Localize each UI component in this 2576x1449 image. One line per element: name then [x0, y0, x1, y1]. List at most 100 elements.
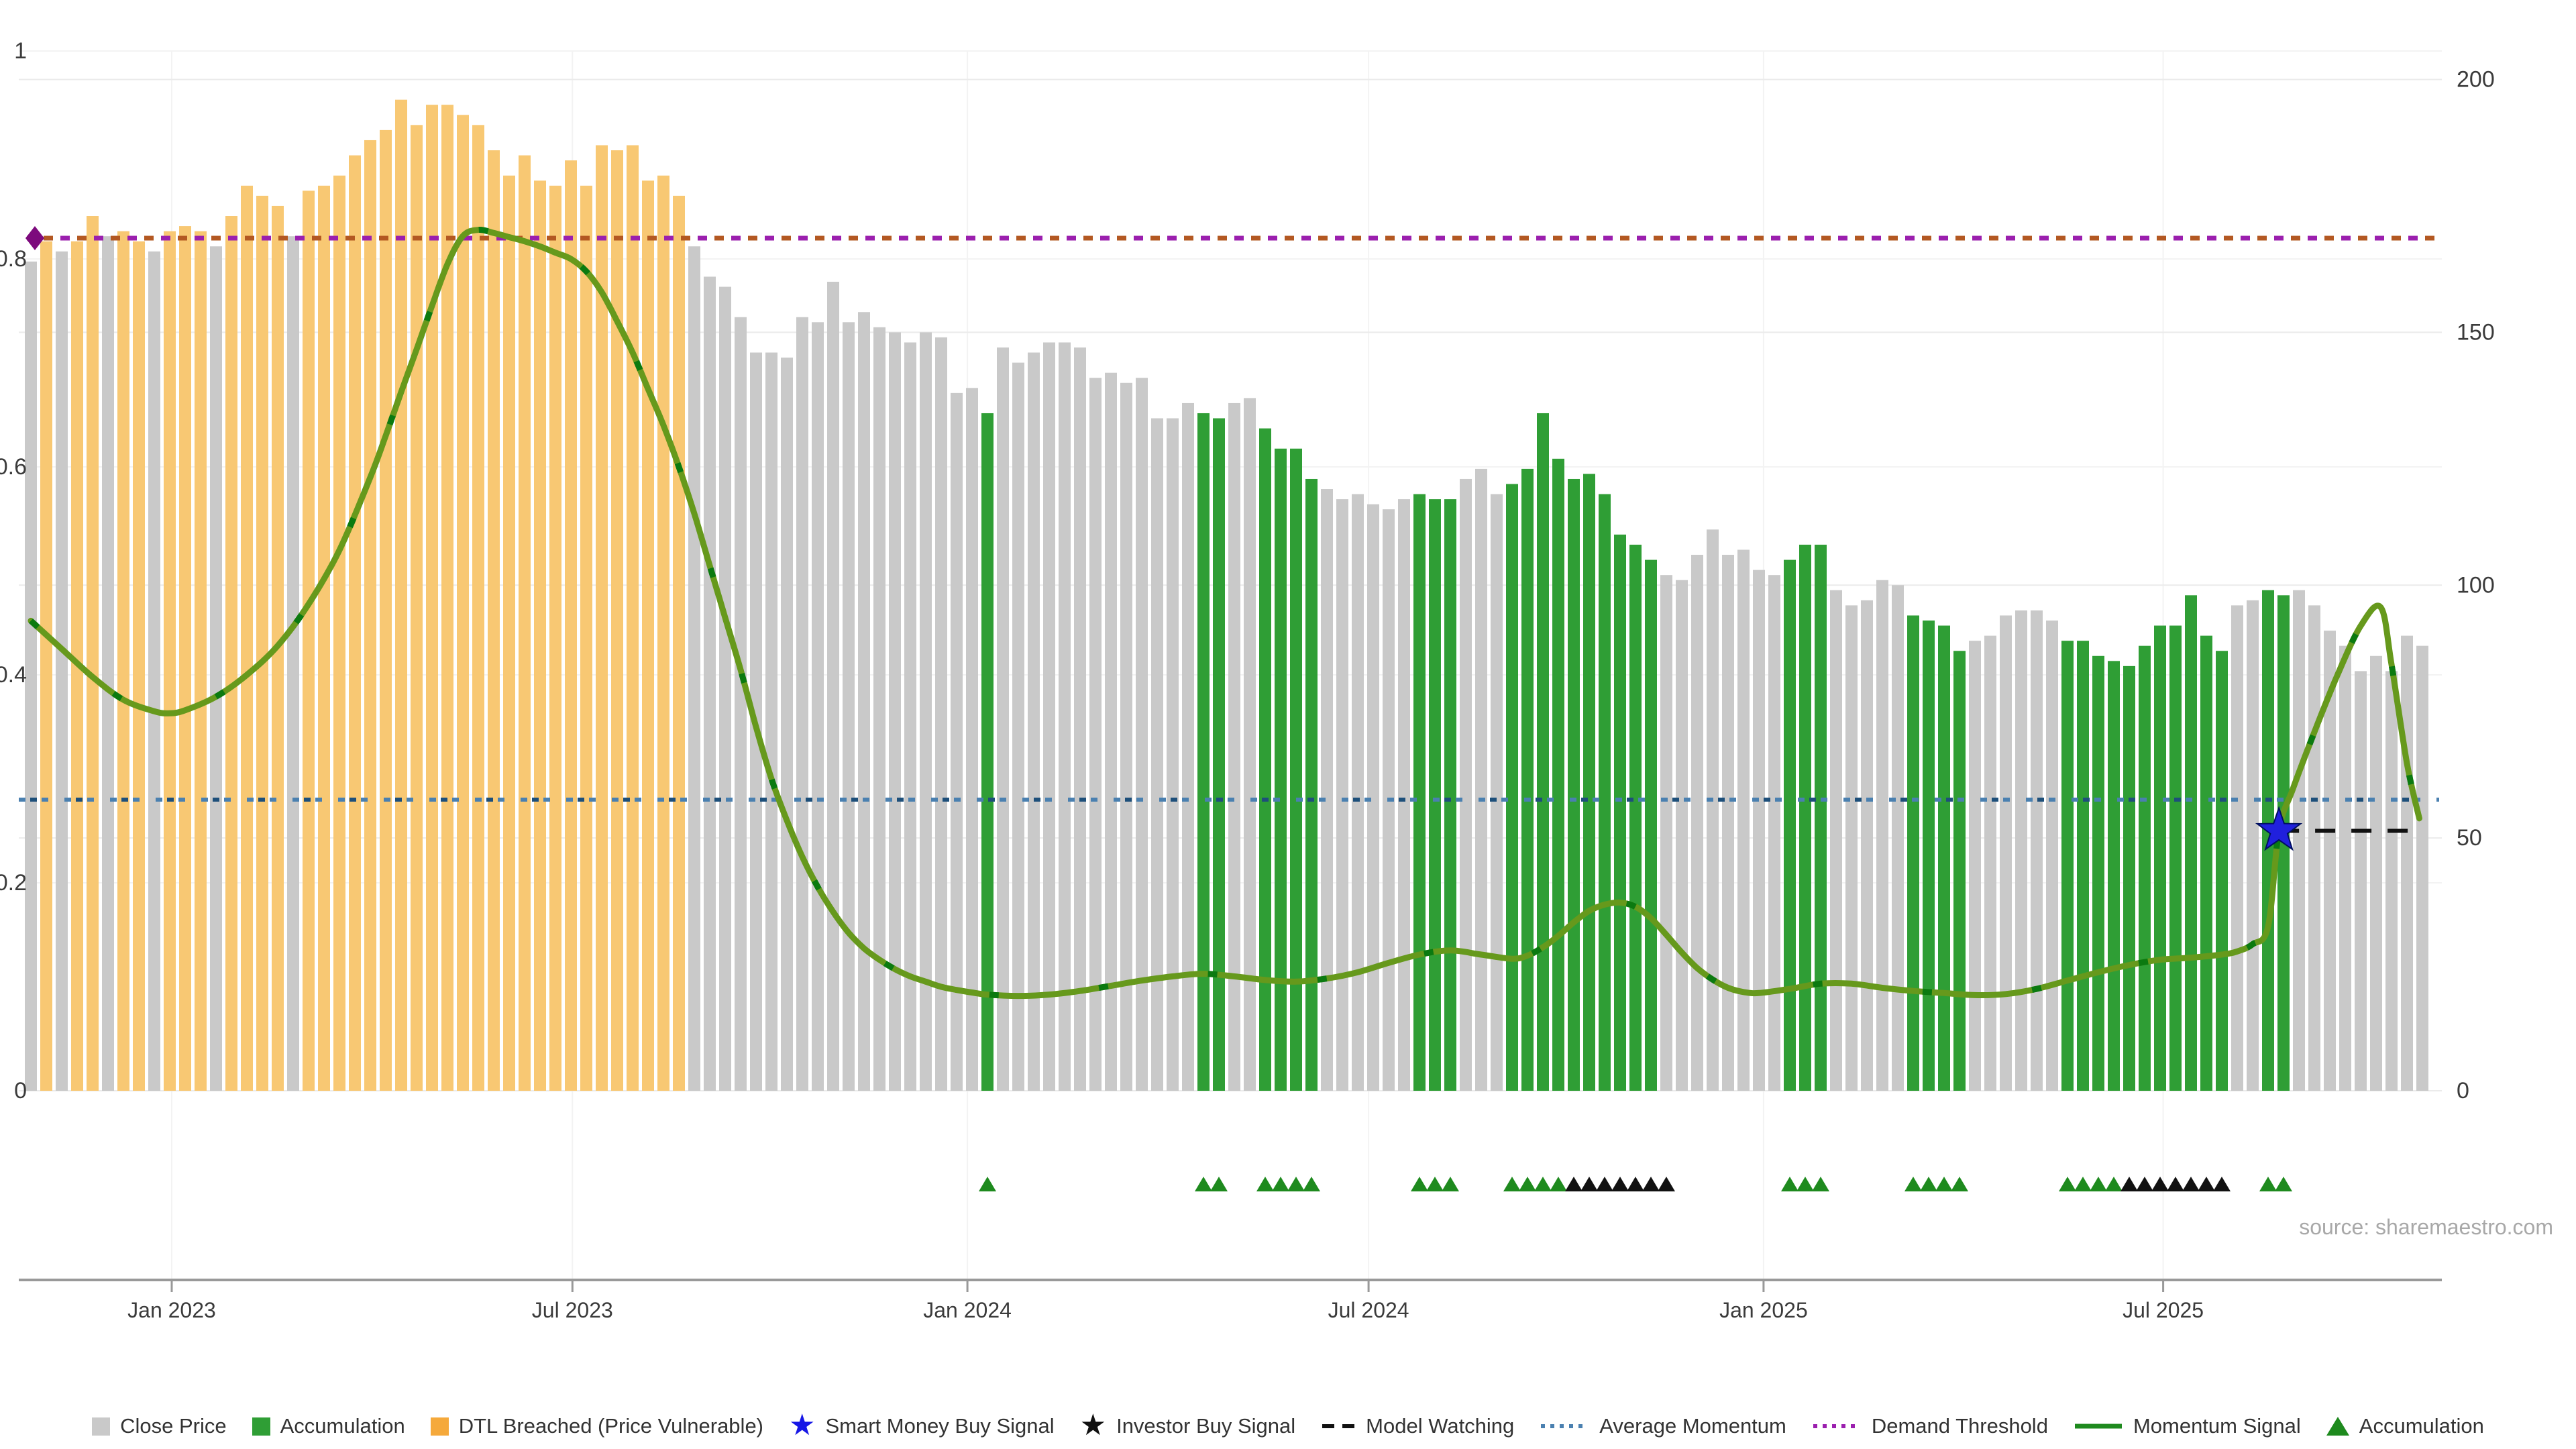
- accumulation-triangle-marker[interactable]: [1503, 1177, 1521, 1191]
- accumulation-bar[interactable]: [1275, 448, 1287, 1091]
- close-price-bar[interactable]: [1984, 635, 1996, 1091]
- accumulation-triangle-marker[interactable]: [1411, 1177, 1428, 1191]
- accumulation-triangle-marker[interactable]: [1904, 1177, 1922, 1191]
- legend-item-accumulation[interactable]: Accumulation: [252, 1414, 405, 1438]
- dtl-breached-bar[interactable]: [256, 195, 268, 1091]
- investor-buy-triangle-marker[interactable]: [1658, 1177, 1675, 1191]
- investor-buy-triangle-marker[interactable]: [1565, 1177, 1582, 1191]
- close-price-bar[interactable]: [920, 332, 932, 1091]
- dtl-breached-bar[interactable]: [657, 175, 669, 1091]
- accumulation-triangle-marker[interactable]: [2275, 1177, 2292, 1191]
- close-price-bar[interactable]: [1660, 575, 1672, 1091]
- legend-item-investor-buy-signal[interactable]: ★ Investor Buy Signal: [1080, 1410, 1296, 1440]
- close-price-bar[interactable]: [1074, 347, 1086, 1091]
- accumulation-bar[interactable]: [1645, 559, 1657, 1091]
- legend-item-average-momentum[interactable]: Average Momentum: [1540, 1414, 1786, 1438]
- close-price-bar[interactable]: [287, 236, 299, 1091]
- close-price-bar[interactable]: [1491, 494, 1503, 1091]
- dtl-breached-bar[interactable]: [549, 185, 561, 1091]
- investor-buy-triangle-marker[interactable]: [2136, 1177, 2153, 1191]
- accumulation-bar[interactable]: [2169, 625, 2182, 1091]
- investor-buy-triangle-marker[interactable]: [1642, 1177, 1660, 1191]
- close-price-bar[interactable]: [1321, 489, 1333, 1091]
- dtl-breached-bar[interactable]: [195, 231, 207, 1091]
- close-price-bar[interactable]: [210, 246, 222, 1091]
- dtl-breached-bar[interactable]: [472, 125, 484, 1091]
- accumulation-bar[interactable]: [1305, 478, 1318, 1091]
- dtl-breached-bar[interactable]: [349, 155, 361, 1091]
- legend-item-smart-money-buy-signal[interactable]: ★ Smart Money Buy Signal: [789, 1410, 1055, 1440]
- investor-buy-triangle-marker[interactable]: [2213, 1177, 2231, 1191]
- accumulation-bar[interactable]: [1537, 413, 1549, 1091]
- accumulation-triangle-marker[interactable]: [1920, 1177, 1937, 1191]
- dtl-breached-bar[interactable]: [318, 185, 330, 1091]
- accumulation-bar[interactable]: [1907, 615, 1919, 1091]
- close-price-bar[interactable]: [2031, 610, 2043, 1091]
- dtl-breached-bar[interactable]: [488, 150, 500, 1091]
- legend-item-dtl-breached-price-vulnerable[interactable]: DTL Breached (Price Vulnerable): [430, 1414, 763, 1438]
- accumulation-bar[interactable]: [2185, 595, 2197, 1091]
- accumulation-triangle-marker[interactable]: [1272, 1177, 1289, 1191]
- close-price-bar[interactable]: [2046, 621, 2058, 1091]
- dtl-breached-bar[interactable]: [580, 185, 592, 1091]
- close-price-bar[interactable]: [1151, 418, 1163, 1091]
- accumulation-bar[interactable]: [1923, 621, 1935, 1091]
- accumulation-bar[interactable]: [1629, 544, 1642, 1091]
- close-price-bar[interactable]: [1969, 641, 1981, 1091]
- dtl-breached-bar[interactable]: [411, 125, 423, 1091]
- close-price-bar[interactable]: [1707, 529, 1719, 1091]
- close-price-bar[interactable]: [1028, 352, 1040, 1091]
- accumulation-bar[interactable]: [1259, 428, 1271, 1091]
- close-price-bar[interactable]: [1012, 362, 1024, 1091]
- close-price-bar[interactable]: [704, 276, 716, 1091]
- dtl-breached-bar[interactable]: [40, 241, 52, 1091]
- accumulation-bar[interactable]: [2061, 641, 2074, 1091]
- dtl-breached-bar[interactable]: [457, 115, 469, 1091]
- accumulation-triangle-marker[interactable]: [1195, 1177, 1212, 1191]
- close-price-bar[interactable]: [843, 322, 855, 1091]
- legend-item-accumulation[interactable]: Accumulation: [2326, 1414, 2484, 1438]
- investor-buy-triangle-marker[interactable]: [2121, 1177, 2138, 1191]
- close-price-bar[interactable]: [735, 317, 747, 1091]
- close-price-bar[interactable]: [1722, 555, 1734, 1091]
- legend-item-demand-threshold[interactable]: Demand Threshold: [1812, 1414, 2048, 1438]
- close-price-bar[interactable]: [1892, 585, 1904, 1091]
- accumulation-bar[interactable]: [2154, 625, 2166, 1091]
- close-price-bar[interactable]: [1228, 402, 1240, 1091]
- accumulation-bar[interactable]: [1568, 478, 1580, 1091]
- accumulation-bar[interactable]: [1213, 418, 1225, 1091]
- accumulation-bar[interactable]: [1290, 448, 1302, 1091]
- investor-buy-triangle-marker[interactable]: [1611, 1177, 1629, 1191]
- accumulation-triangle-marker[interactable]: [1287, 1177, 1305, 1191]
- accumulation-bar[interactable]: [1953, 651, 1966, 1091]
- close-price-bar[interactable]: [2308, 605, 2320, 1091]
- close-price-bar[interactable]: [781, 358, 793, 1091]
- close-price-bar[interactable]: [1059, 342, 1071, 1091]
- close-price-bar[interactable]: [2416, 645, 2428, 1091]
- close-price-bar[interactable]: [827, 282, 839, 1091]
- accumulation-triangle-marker[interactable]: [1796, 1177, 1814, 1191]
- dtl-breached-bar[interactable]: [611, 150, 623, 1091]
- dtl-breached-bar[interactable]: [642, 180, 654, 1091]
- dtl-breached-bar[interactable]: [133, 241, 145, 1091]
- close-price-bar[interactable]: [966, 388, 978, 1091]
- legend-item-model-watching[interactable]: Model Watching: [1321, 1414, 1514, 1438]
- close-price-bar[interactable]: [1768, 575, 1780, 1091]
- close-price-bar[interactable]: [935, 337, 947, 1091]
- dtl-breached-bar[interactable]: [333, 175, 345, 1091]
- accumulation-triangle-marker[interactable]: [1812, 1177, 1829, 1191]
- close-price-bar[interactable]: [997, 347, 1009, 1091]
- close-price-bar[interactable]: [102, 236, 114, 1091]
- close-price-bar[interactable]: [56, 251, 68, 1091]
- accumulation-bar[interactable]: [1799, 544, 1811, 1091]
- close-price-bar[interactable]: [765, 352, 777, 1091]
- dtl-breached-bar[interactable]: [87, 216, 99, 1091]
- accumulation-triangle-marker[interactable]: [2074, 1177, 2092, 1191]
- investor-buy-triangle-marker[interactable]: [2198, 1177, 2215, 1191]
- dtl-breached-bar[interactable]: [503, 175, 515, 1091]
- close-price-bar[interactable]: [1753, 570, 1765, 1091]
- close-price-bar[interactable]: [1830, 590, 1842, 1091]
- dtl-breached-bar[interactable]: [364, 140, 376, 1091]
- close-price-bar[interactable]: [148, 251, 160, 1091]
- dtl-breached-bar[interactable]: [225, 216, 237, 1091]
